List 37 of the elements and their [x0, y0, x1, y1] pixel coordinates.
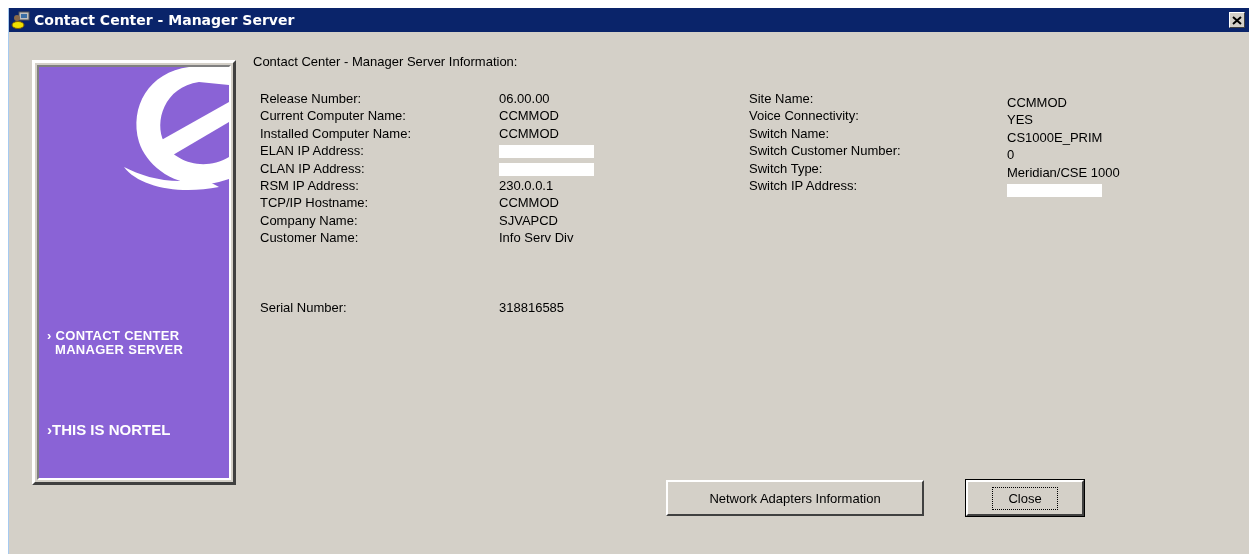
computer-users-icon: [11, 11, 31, 29]
close-icon[interactable]: [1229, 12, 1245, 28]
field-label: CLAN IP Address:: [260, 160, 366, 178]
field-value: Meridian/CSE 1000: [1007, 164, 1120, 180]
product-name: › CONTACT CENTER MANAGER SERVER: [47, 329, 185, 357]
field-value: 0: [1007, 147, 1015, 163]
field-value: CCMMOD: [499, 195, 559, 211]
field-value: CS1000E_PRIM: [1007, 129, 1103, 145]
field-label: Customer Name:: [260, 230, 360, 248]
field-label: RSM IP Address:: [260, 177, 360, 195]
section-heading: Contact Center - Manager Server Information:: [253, 54, 518, 69]
field-label: Switch IP Address:: [749, 177, 859, 195]
field-label: Switch Name:: [749, 125, 831, 143]
field-label: Voice Connectivity:: [749, 108, 860, 126]
field-label: Current Computer Name:: [260, 108, 407, 126]
field-value: SJVAPCD: [499, 212, 558, 228]
field-value: 318816585: [499, 299, 565, 315]
tagline: ›THIS IS NORTEL: [47, 421, 171, 438]
network-adapters-button[interactable]: Network Adapters Information: [666, 480, 924, 516]
field-label: Switch Customer Number:: [749, 143, 902, 161]
field-label: Site Name:: [749, 91, 815, 108]
field-label: Release Number:: [260, 91, 363, 108]
field-value: CCMMOD: [1007, 95, 1067, 110]
close-button[interactable]: Close: [966, 480, 1084, 516]
field-label: Switch Type:: [749, 160, 824, 178]
window-title: Contact Center - Manager Server: [34, 12, 295, 28]
field-label: Company Name:: [260, 212, 359, 230]
field-value: YES: [1007, 112, 1033, 128]
field-value: CCMMOD: [499, 108, 559, 124]
field-value: CCMMOD: [499, 125, 559, 141]
field-value: Info Serv Div: [499, 230, 574, 246]
field-value: 06.00.00: [499, 91, 550, 106]
field-label: ELAN IP Address:: [260, 143, 365, 161]
field-label: TCP/IP Hostname:: [260, 195, 370, 213]
field-label: Installed Computer Name:: [260, 125, 412, 143]
field-label: Serial Number:: [260, 299, 348, 317]
field-value: 230.0.0.1: [499, 177, 554, 193]
